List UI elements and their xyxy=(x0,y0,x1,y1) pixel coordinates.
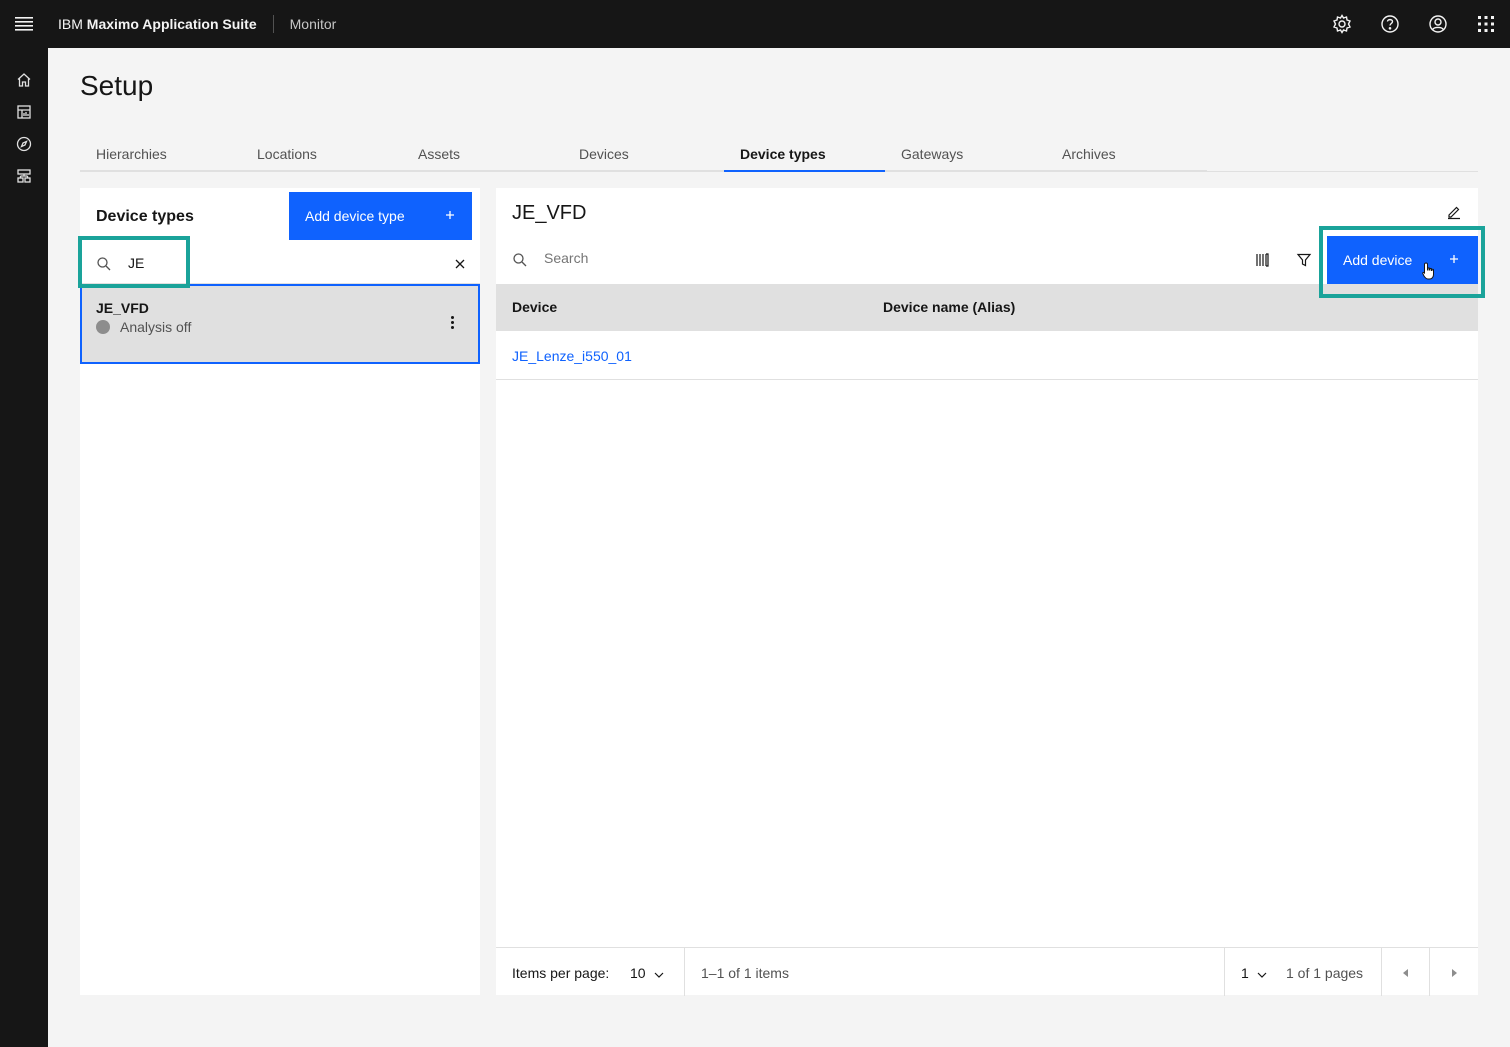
status-label: Analysis off xyxy=(120,319,192,335)
help-icon[interactable] xyxy=(1366,0,1414,48)
menu-icon[interactable] xyxy=(0,0,48,48)
search-highlight xyxy=(78,236,190,288)
tab-locations[interactable]: Locations xyxy=(241,138,402,172)
close-icon[interactable] xyxy=(452,256,468,277)
tab-archives[interactable]: Archives xyxy=(1046,138,1207,172)
app-switcher-icon[interactable] xyxy=(1462,0,1510,48)
product-name: Monitor xyxy=(289,16,337,32)
column-header-device[interactable]: Device xyxy=(512,299,557,315)
chevron-down-icon xyxy=(654,965,664,981)
home-icon[interactable] xyxy=(0,64,48,96)
add-device-highlight xyxy=(1319,226,1485,298)
explore-icon[interactable] xyxy=(0,128,48,160)
device-types-panel: Device types Add device type JE JE_VFD A… xyxy=(80,188,480,995)
overflow-menu-icon[interactable] xyxy=(444,310,460,334)
device-link[interactable]: JE_Lenze_i550_01 xyxy=(512,348,632,364)
user-icon[interactable] xyxy=(1414,0,1462,48)
caret-right-icon xyxy=(1451,964,1457,980)
status-badge: Analysis off xyxy=(96,319,191,335)
plus-icon xyxy=(444,208,456,224)
brand-prefix: IBM xyxy=(58,16,83,32)
tab-gateways[interactable]: Gateways xyxy=(885,138,1046,172)
add-device-type-button[interactable]: Add device type xyxy=(289,192,472,240)
page-title: Setup xyxy=(80,70,154,101)
top-header: IBM Maximo Application Suite Monitor xyxy=(0,0,1510,48)
tab-assets[interactable]: Assets xyxy=(402,138,563,172)
setup-tabs: Hierarchies Locations Assets Devices Dev… xyxy=(80,138,1478,172)
divider xyxy=(1224,948,1225,996)
pages-text: 1 of 1 pages xyxy=(1286,965,1364,981)
detail-title: JE_VFD xyxy=(512,202,587,224)
device-type-name: JE_VFD xyxy=(96,300,149,316)
prev-page-button[interactable] xyxy=(1382,948,1430,996)
items-per-page-label: Items per page: xyxy=(512,965,610,981)
chevron-down-icon xyxy=(1257,965,1267,981)
page-select[interactable]: 1 xyxy=(1241,965,1267,981)
status-dot-icon xyxy=(96,320,110,334)
tab-devices[interactable]: Devices xyxy=(563,138,724,172)
filter-icon[interactable] xyxy=(1288,244,1320,276)
caret-left-icon xyxy=(1403,964,1409,980)
device-types-heading: Device types xyxy=(96,208,194,225)
brand-name[interactable]: IBM Maximo Application Suite xyxy=(48,15,274,33)
next-page-button[interactable] xyxy=(1430,948,1478,996)
hand-cursor-icon xyxy=(1422,262,1436,285)
setup-icon[interactable] xyxy=(0,160,48,192)
search-icon xyxy=(512,252,528,273)
add-device-type-label: Add device type xyxy=(305,208,405,224)
tab-hierarchies[interactable]: Hierarchies xyxy=(80,138,241,172)
divider xyxy=(684,948,685,996)
item-range-text: 1–1 of 1 items xyxy=(701,965,789,981)
edit-icon[interactable] xyxy=(1446,204,1462,225)
side-nav-rail xyxy=(0,48,48,1047)
table-row[interactable]: JE_Lenze_i550_01 xyxy=(496,332,1478,380)
device-type-detail-panel: JE_VFD Add device Device Device name (Al… xyxy=(496,188,1478,996)
settings-icon[interactable] xyxy=(1318,0,1366,48)
list-item[interactable]: JE_VFD Analysis off xyxy=(80,284,480,364)
brand-suite: Maximo Application Suite xyxy=(86,16,257,32)
items-per-page-select[interactable]: 10 xyxy=(630,965,664,981)
device-search-input[interactable] xyxy=(544,250,1144,266)
tab-device-types[interactable]: Device types xyxy=(724,138,885,172)
columns-icon[interactable] xyxy=(1246,244,1278,276)
dashboard-icon[interactable] xyxy=(0,96,48,128)
column-header-alias[interactable]: Device name (Alias) xyxy=(883,299,1015,315)
items-per-page-value: 10 xyxy=(630,965,646,981)
pagination: Items per page: 10 1–1 of 1 items 1 1 of… xyxy=(496,947,1478,996)
page-value: 1 xyxy=(1241,965,1249,981)
